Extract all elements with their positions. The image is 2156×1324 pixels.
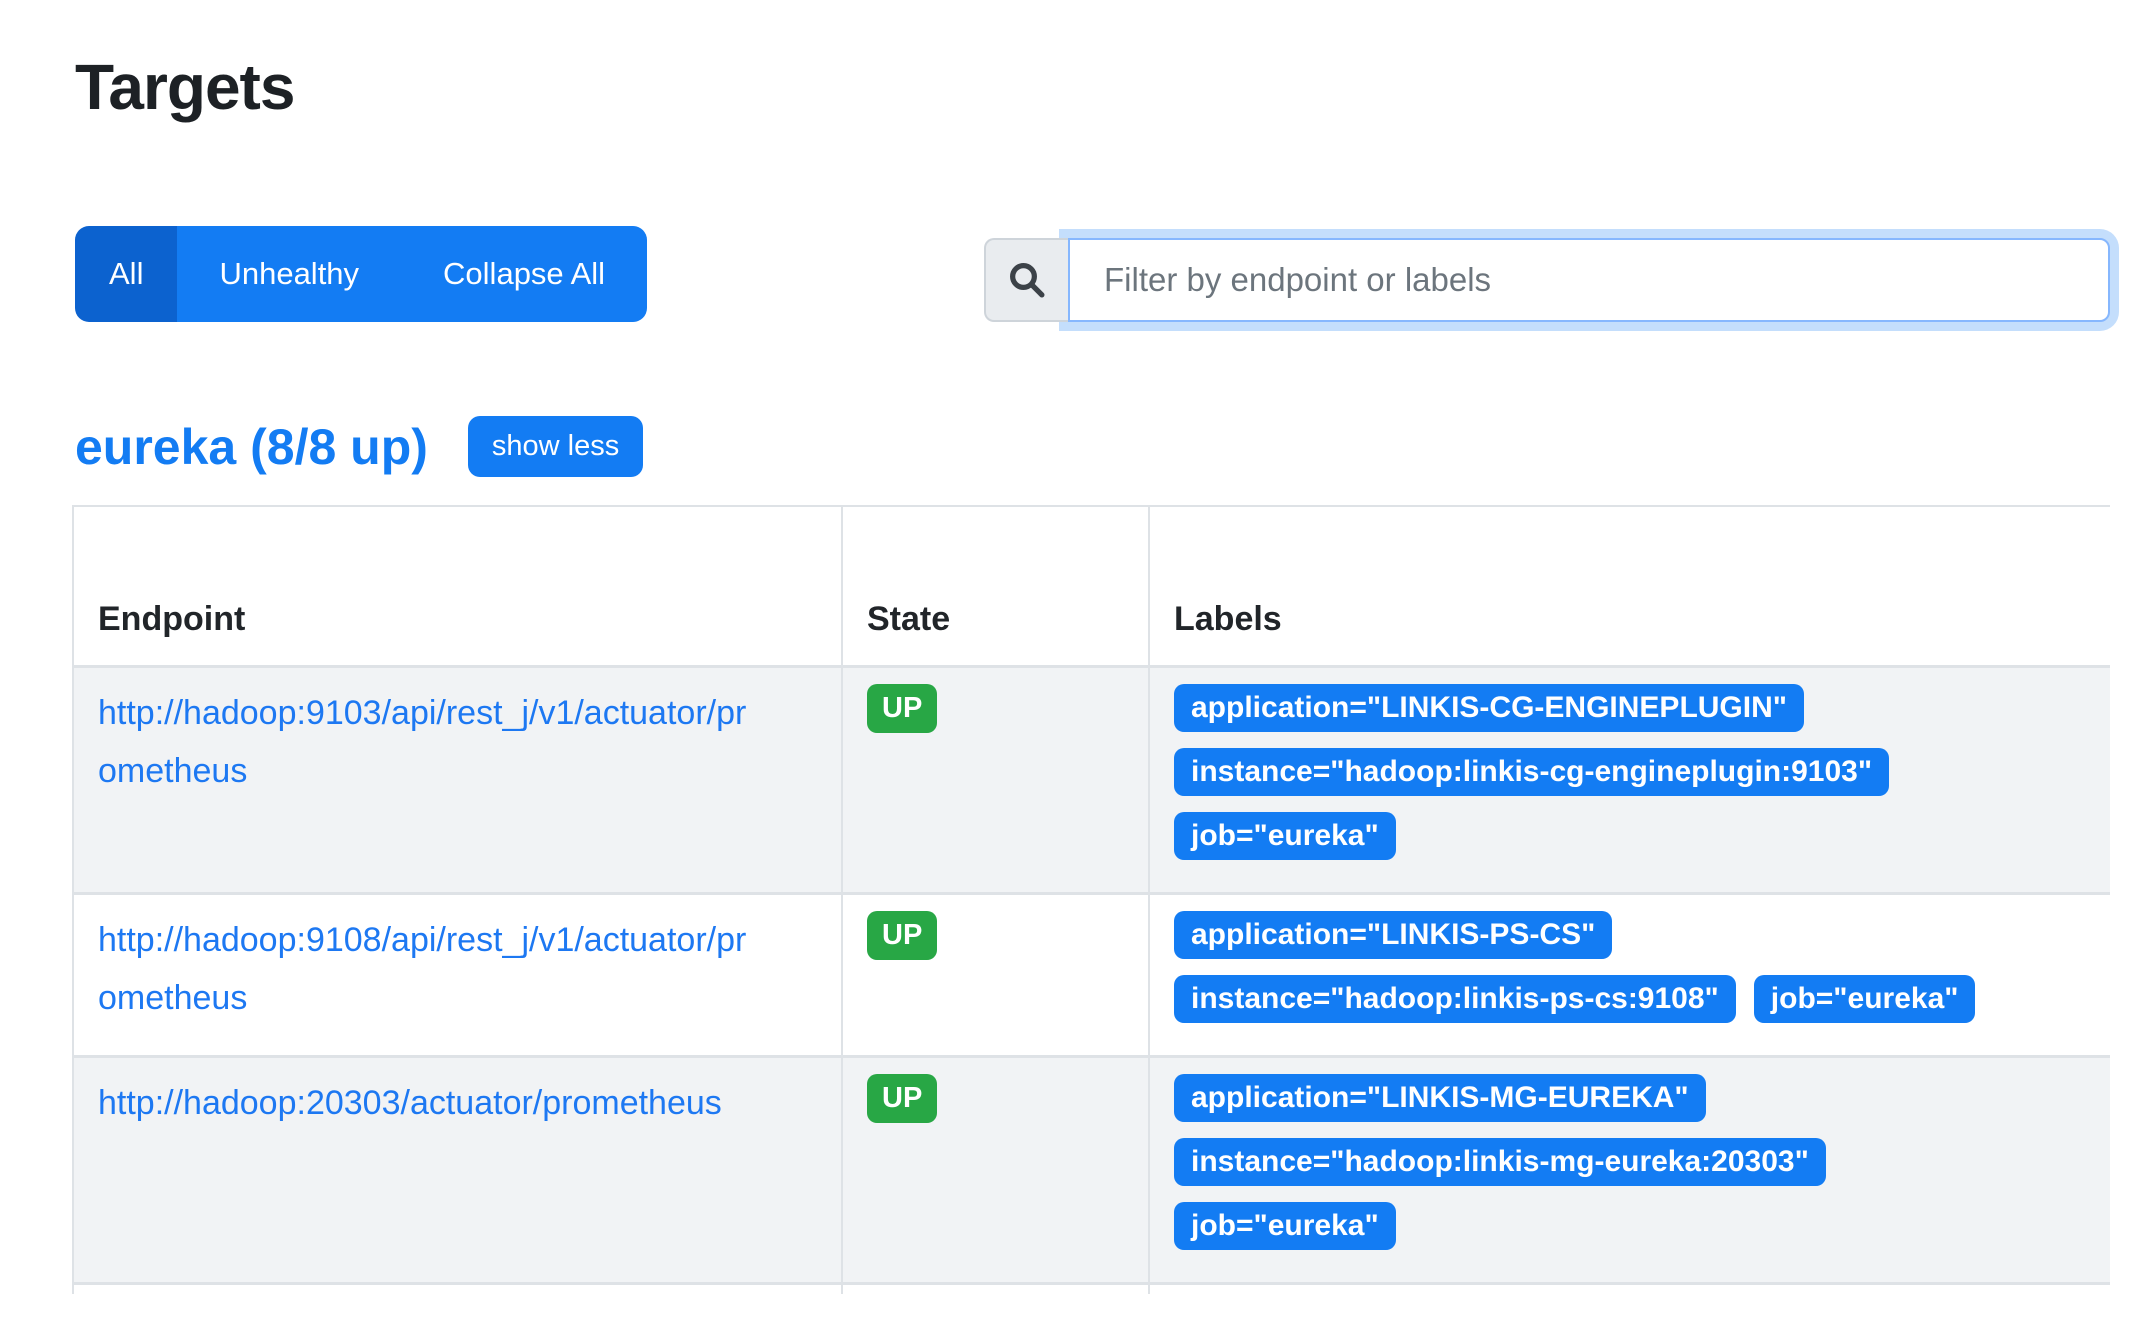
filter-button-group: All Unhealthy Collapse All xyxy=(75,226,647,322)
job-group-title[interactable]: eureka (8/8 up) xyxy=(75,418,428,476)
table-header-row: Endpoint State Labels xyxy=(72,507,2110,665)
target-filter-search xyxy=(984,238,2110,322)
state-cell: UP xyxy=(841,1055,1148,1282)
labels-cell: application="LINKIS-PS-CS" instance="had… xyxy=(1148,892,2110,1055)
label-pill-instance: instance="hadoop:linkis-mg-eureka:20303" xyxy=(1174,1138,1826,1186)
label-pill-application: application="LINKIS-CG-ENGINEPLUGIN" xyxy=(1174,684,1804,732)
labels-cell xyxy=(1148,1282,2110,1294)
endpoint-link[interactable]: http://hadoop:20303/actuator/prometheus xyxy=(98,1074,722,1132)
state-cell xyxy=(841,1282,1148,1294)
endpoint-cell xyxy=(72,1282,841,1294)
job-group-header: eureka (8/8 up) show less xyxy=(75,416,643,477)
endpoint-link[interactable]: http://hadoop:9108/api/rest_j/v1/actuato… xyxy=(98,911,758,1027)
endpoint-cell: http://hadoop:9108/api/rest_j/v1/actuato… xyxy=(72,892,841,1055)
state-cell: UP xyxy=(841,665,1148,892)
table-row: http://hadoop:20303/actuator/prometheus … xyxy=(72,1055,2110,1282)
label-pill-job: job="eureka" xyxy=(1174,812,1396,860)
state-up-badge: UP xyxy=(867,911,937,960)
collapse-all-button[interactable]: Collapse All xyxy=(401,226,647,322)
label-pill-job: job="eureka" xyxy=(1174,1202,1396,1250)
labels-cell: application="LINKIS-MG-EUREKA" instance=… xyxy=(1148,1055,2110,1282)
search-addon xyxy=(984,238,1068,322)
table-row-partial xyxy=(72,1282,2110,1294)
endpoint-column-header: Endpoint xyxy=(72,507,841,665)
label-pill-instance: instance="hadoop:linkis-cg-engineplugin:… xyxy=(1174,748,1889,796)
state-column-header: State xyxy=(841,507,1148,665)
targets-table: Endpoint State Labels http://hadoop:9103… xyxy=(72,505,2110,1294)
table-row: http://hadoop:9108/api/rest_j/v1/actuato… xyxy=(72,892,2110,1055)
endpoint-cell: http://hadoop:9103/api/rest_j/v1/actuato… xyxy=(72,665,841,892)
search-icon xyxy=(1006,259,1048,301)
search-input[interactable] xyxy=(1068,238,2110,322)
label-pill-instance: instance="hadoop:linkis-ps-cs:9108" xyxy=(1174,975,1736,1023)
endpoint-link[interactable]: http://hadoop:9103/api/rest_j/v1/actuato… xyxy=(98,684,758,800)
page-title: Targets xyxy=(75,50,294,124)
state-up-badge: UP xyxy=(867,684,937,733)
state-cell: UP xyxy=(841,892,1148,1055)
filter-all-button[interactable]: All xyxy=(75,226,177,322)
labels-column-header: Labels xyxy=(1148,507,2110,665)
targets-page: Targets All Unhealthy Collapse All eurek… xyxy=(0,0,2156,1324)
state-up-badge: UP xyxy=(867,1074,937,1123)
show-less-button[interactable]: show less xyxy=(468,416,643,477)
filter-unhealthy-button[interactable]: Unhealthy xyxy=(177,226,401,322)
label-pill-application: application="LINKIS-PS-CS" xyxy=(1174,911,1612,959)
endpoint-cell: http://hadoop:20303/actuator/prometheus xyxy=(72,1055,841,1282)
table-row: http://hadoop:9103/api/rest_j/v1/actuato… xyxy=(72,665,2110,892)
label-pill-job: job="eureka" xyxy=(1754,975,1976,1023)
labels-cell: application="LINKIS-CG-ENGINEPLUGIN" ins… xyxy=(1148,665,2110,892)
label-pill-application: application="LINKIS-MG-EUREKA" xyxy=(1174,1074,1706,1122)
